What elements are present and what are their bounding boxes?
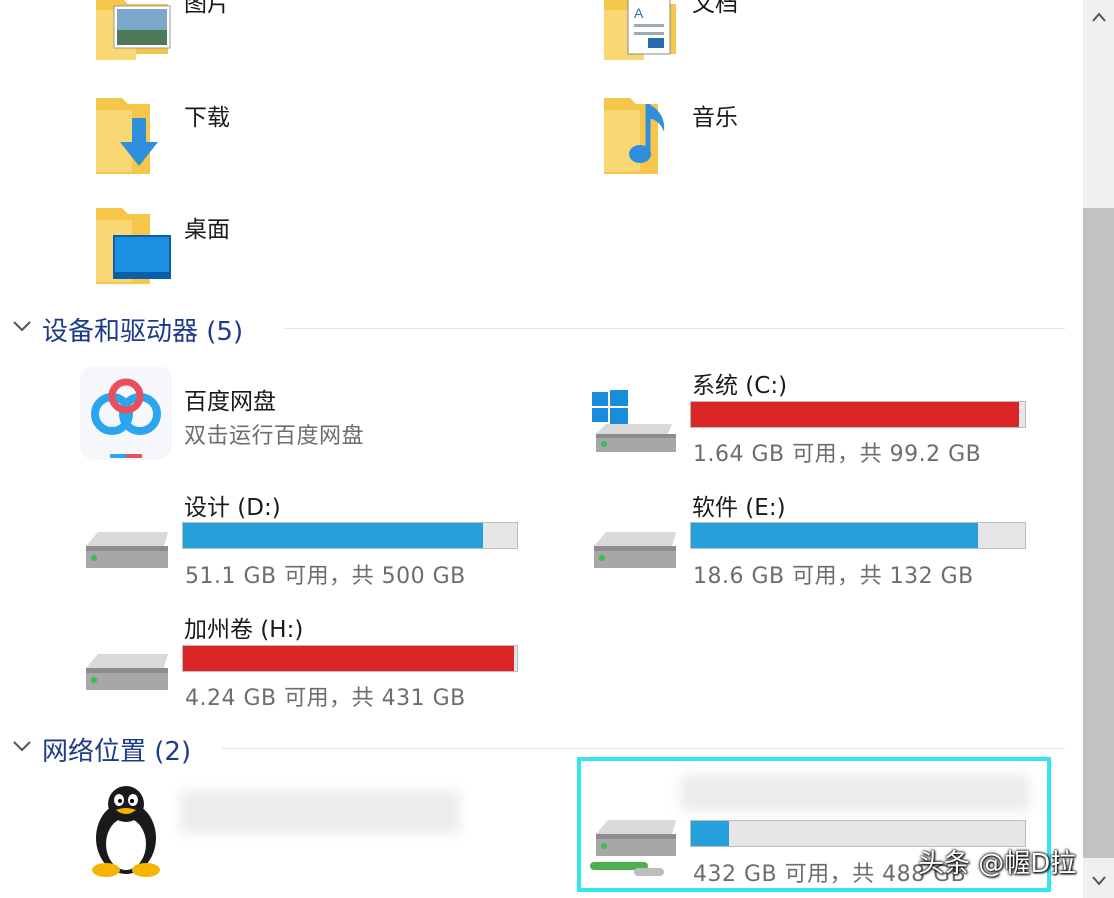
folder-label: 下载 <box>184 105 230 131</box>
folder-music[interactable]: 音乐 <box>600 90 1020 180</box>
usage-bar <box>182 522 518 549</box>
desktop-folder-icon <box>96 208 171 284</box>
drive-name: 软件 (E:) <box>692 495 786 521</box>
scroll-up-button[interactable] <box>1083 0 1114 34</box>
downloads-folder-icon <box>96 98 158 174</box>
drive-name: 百度网盘 <box>184 389 276 415</box>
scroll-down-button[interactable] <box>1083 864 1114 898</box>
drive-free-space: 4.24 GB 可用，共 431 GB <box>185 686 466 711</box>
hard-drive-icon <box>86 532 168 568</box>
usage-bar <box>182 645 518 672</box>
pictures-folder-icon <box>96 0 171 60</box>
baidu-netdisk-item[interactable]: 百度网盘 双击运行百度网盘 <box>78 364 518 464</box>
hard-drive-icon <box>594 532 676 568</box>
svg-text:A: A <box>634 5 644 21</box>
drive-free-space: 18.6 GB 可用，共 132 GB <box>693 564 974 589</box>
drive-e[interactable]: 软件 (E:) 18.6 GB 可用，共 132 GB <box>588 486 1038 589</box>
folder-downloads[interactable]: 下载 <box>92 90 512 180</box>
folder-label: 图片 <box>184 0 230 17</box>
folder-label: 桌面 <box>184 217 230 243</box>
drive-h[interactable]: 加州卷 (H:) 4.24 GB 可用，共 431 GB <box>80 608 530 711</box>
chevron-down-icon <box>1091 876 1106 886</box>
drive-name: 加州卷 (H:) <box>184 617 304 643</box>
section-divider <box>222 748 1065 749</box>
usage-bar-fill <box>691 402 1020 427</box>
chevron-down-icon[interactable] <box>10 314 34 344</box>
music-folder-icon <box>604 98 665 174</box>
chevron-down-icon[interactable] <box>10 734 34 764</box>
hard-drive-icon <box>86 654 168 690</box>
documents-folder-icon: A <box>604 0 676 60</box>
baidu-netdisk-icon <box>80 366 172 460</box>
drive-subtitle: 双击运行百度网盘 <box>184 424 365 449</box>
linux-penguin-icon <box>92 786 160 877</box>
section-title: 网络位置 (2) <box>42 737 192 767</box>
usage-bar <box>690 522 1026 549</box>
usage-bar <box>690 401 1026 428</box>
usage-bar-fill <box>691 523 978 548</box>
blurred-network-name <box>180 790 460 834</box>
drive-d[interactable]: 设计 (D:) 51.1 GB 可用，共 500 GB <box>80 486 530 589</box>
folder-pictures[interactable]: 图片 <box>92 0 512 62</box>
chevron-up-icon <box>1091 12 1106 22</box>
network-location-linux[interactable] <box>84 780 484 880</box>
windows-drive-icon <box>592 390 676 452</box>
usage-bar-fill <box>183 646 514 671</box>
drive-name: 设计 (D:) <box>184 495 281 521</box>
drive-free-space: 1.64 GB 可用，共 99.2 GB <box>693 442 982 467</box>
drive-c[interactable]: 系统 (C:) 1.64 GB 可用，共 99.2 GB <box>588 364 1038 467</box>
folder-documents[interactable]: A 文档 <box>600 0 1020 62</box>
section-title: 设备和驱动器 (5) <box>42 317 244 347</box>
drive-name: 系统 (C:) <box>692 373 788 399</box>
section-divider <box>285 328 1065 329</box>
folder-label: 音乐 <box>692 105 738 131</box>
usage-bar-fill <box>183 523 483 548</box>
folder-desktop[interactable]: 桌面 <box>92 200 512 290</box>
drive-free-space: 51.1 GB 可用，共 500 GB <box>185 564 466 589</box>
folder-label: 文档 <box>692 0 738 17</box>
watermark: 头条 @幄D拉 <box>918 849 1077 879</box>
scrollbar-thumb[interactable] <box>1083 208 1114 858</box>
